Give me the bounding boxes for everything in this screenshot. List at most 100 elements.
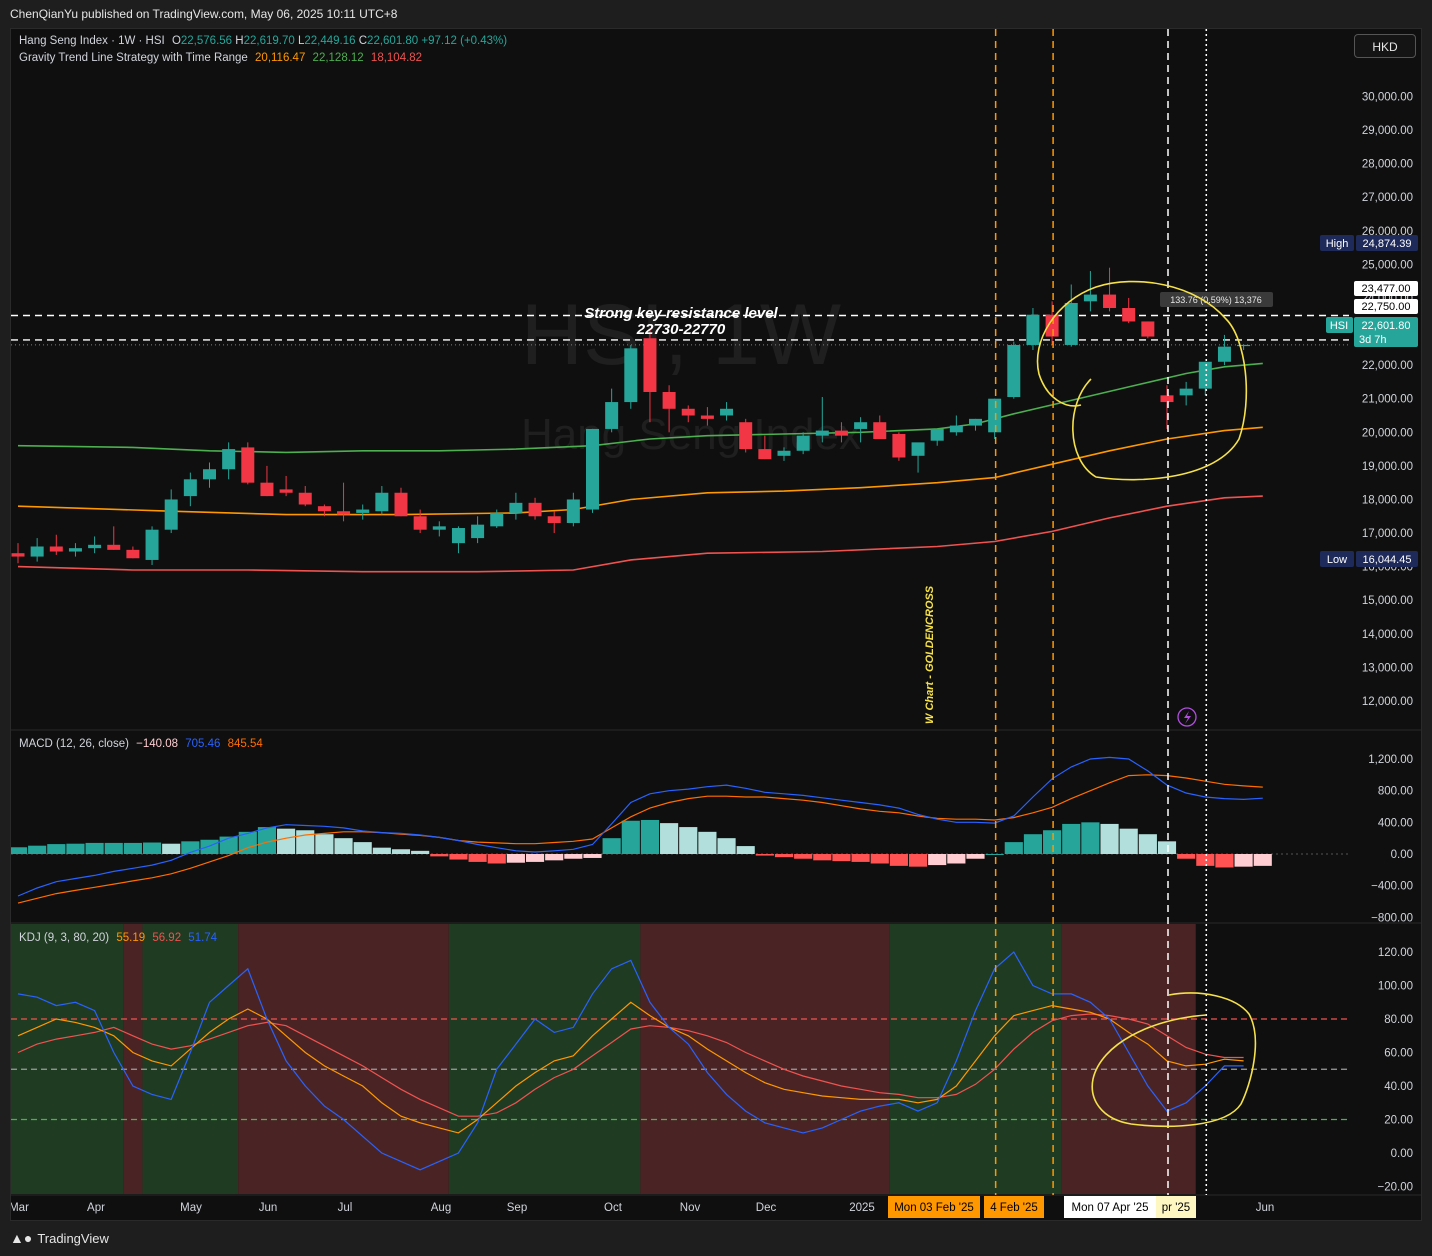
kdj-zone: [123, 924, 143, 1194]
macd-hist-bar: [468, 854, 487, 862]
macd-hist-bar: [832, 854, 851, 862]
macd-hist-bar: [698, 831, 717, 854]
macd-hist-bar: [985, 854, 1004, 855]
hsi-tag: HSI: [1330, 320, 1348, 332]
candle-body: [930, 428, 944, 441]
price-tick-label: 15,000.00: [1362, 595, 1413, 607]
macd-pane: [11, 756, 1349, 904]
candle-body: [260, 482, 274, 497]
time-axis-label: Nov: [680, 1202, 701, 1214]
price-tick-label: 30,000.00: [1362, 91, 1413, 103]
price-tick-label: 21,000.00: [1362, 394, 1413, 406]
macd-hist-bar: [1023, 834, 1043, 854]
macd-hist-bar: [640, 819, 660, 854]
alert-icon[interactable]: [1177, 707, 1197, 727]
kdj-zone: [1061, 924, 1196, 1194]
candle-body: [796, 435, 810, 451]
strategy-red: 18,104.82: [370, 52, 423, 64]
macd-hist-bar: [1062, 823, 1081, 854]
kdj-tick-label: −20.00: [1378, 1182, 1414, 1194]
candle-body: [1237, 344, 1251, 347]
time-axis-label: Jun: [1256, 1202, 1275, 1214]
macd-hist-bar: [947, 854, 966, 864]
macd-hist-bar: [1253, 854, 1272, 866]
candle-body: [1179, 388, 1193, 396]
kdj-d-value: 56.92: [152, 932, 182, 944]
alert-icon-bolt: [1184, 711, 1191, 724]
kdj-j-value: 51.74: [188, 932, 218, 944]
kdj-zone: [11, 924, 124, 1194]
macd-hist-bar: [104, 842, 123, 854]
candle-body: [222, 449, 236, 470]
macd-hist-bar: [1157, 841, 1177, 854]
macd-line-value: 705.46: [185, 738, 221, 750]
macd-hist-bar: [564, 854, 583, 859]
candle-body: [88, 544, 102, 549]
macd-hist-bar: [545, 854, 564, 861]
candle-body: [777, 450, 791, 456]
macd-hist-bar: [315, 834, 334, 854]
macd-hist-bar: [1100, 823, 1119, 854]
legend-c-label: C: [358, 35, 368, 47]
macd-tick-label: 1,200.00: [1368, 754, 1413, 766]
macd-title: MACD (12, 26, close): [19, 738, 129, 750]
goldencross-label: W Chart - GOLDENCROSS: [924, 585, 936, 724]
tradingview-logo[interactable]: ▲● TradingView: [10, 1230, 109, 1246]
macd-hist-bar: [11, 847, 28, 854]
macd-hist-bar: [813, 854, 832, 861]
macd-hist-bar: [717, 838, 736, 854]
kdj-title: KDJ (9, 3, 80, 20): [19, 932, 110, 944]
macd-hist-bar: [889, 854, 908, 866]
candle-body: [988, 398, 1002, 433]
strategy-orange: 20,116.47: [255, 52, 306, 64]
macd-hist-bar: [870, 854, 889, 864]
price-tick-label: 29,000.00: [1362, 125, 1413, 137]
kdj-zone: [238, 924, 449, 1194]
kdj-tick-label: 120.00: [1378, 947, 1413, 959]
kdj-tick-label: 0.00: [1391, 1148, 1413, 1160]
candle-body: [720, 408, 734, 416]
currency-button[interactable]: HKD: [1354, 34, 1416, 58]
candle-body: [298, 492, 312, 505]
candle-body: [643, 338, 657, 392]
last-price: 22,601.80: [1362, 320, 1411, 332]
low-value: 16,044.45: [1363, 554, 1412, 566]
candle-body: [758, 449, 772, 460]
macd-legend: MACD (12, 26, close) −140.08 705.46 845.…: [19, 738, 263, 750]
moving-averages: [17, 362, 1263, 573]
time-axis-label: Jun: [259, 1202, 278, 1214]
macd-hist-bar: [353, 842, 372, 854]
macd-hist-bar: [66, 843, 85, 854]
chart-svg[interactable]: HSI, 1W Hang Seng Index 12,000.0013,000.…: [11, 29, 1421, 1220]
macd-hist-value: −140.08: [136, 738, 179, 750]
kdj-k-value: 55.19: [116, 932, 146, 944]
macd-hist-bar: [1004, 842, 1023, 854]
date-tag-label: Mon 07 Apr '25: [1072, 1202, 1149, 1214]
candle-body: [1141, 321, 1155, 337]
legend-low: 22,449.16: [304, 35, 356, 47]
price-tick-label: 17,000.00: [1362, 528, 1413, 540]
strategy-name: Gravity Trend Line Strategy with Time Ra…: [19, 52, 248, 64]
time-axis[interactable]: Mar Apr May Jun Jul Aug Sep Oct Nov Dec 2025 Jun Mon…: [11, 1196, 1421, 1220]
price-axes: 12,000.00 13,000.00 14,000.00 15,000.00 16,0…: [1362, 91, 1413, 1193]
kdj-zone: [142, 924, 239, 1194]
candle-body: [279, 489, 293, 493]
candle-body: [586, 428, 599, 510]
macd-hist-bar: [1196, 854, 1215, 866]
ma-red-line: [17, 495, 1263, 573]
chart-area[interactable]: HSI, 1W Hang Seng Index 12,000.00 13,000.…: [10, 28, 1422, 1221]
legend-open: 22,576.56: [180, 35, 233, 47]
time-axis-label: Oct: [604, 1202, 623, 1214]
candle-body: [11, 553, 25, 557]
macd-hist-bar: [966, 854, 985, 859]
macd-hist-bar: [1138, 834, 1157, 854]
price-tick-label: 22,000.00: [1362, 360, 1413, 372]
date-tag-label: pr '25: [1162, 1202, 1190, 1214]
candle-body: [854, 422, 868, 429]
line2-value: 22,750.00: [1362, 301, 1411, 313]
time-axis-label: 2025: [849, 1202, 875, 1214]
date-tag-label: 4 Feb '25: [990, 1202, 1038, 1214]
macd-tick-label: −400.00: [1371, 881, 1413, 893]
macd-hist-bar: [1043, 830, 1062, 854]
macd-hist-bar: [621, 820, 640, 854]
